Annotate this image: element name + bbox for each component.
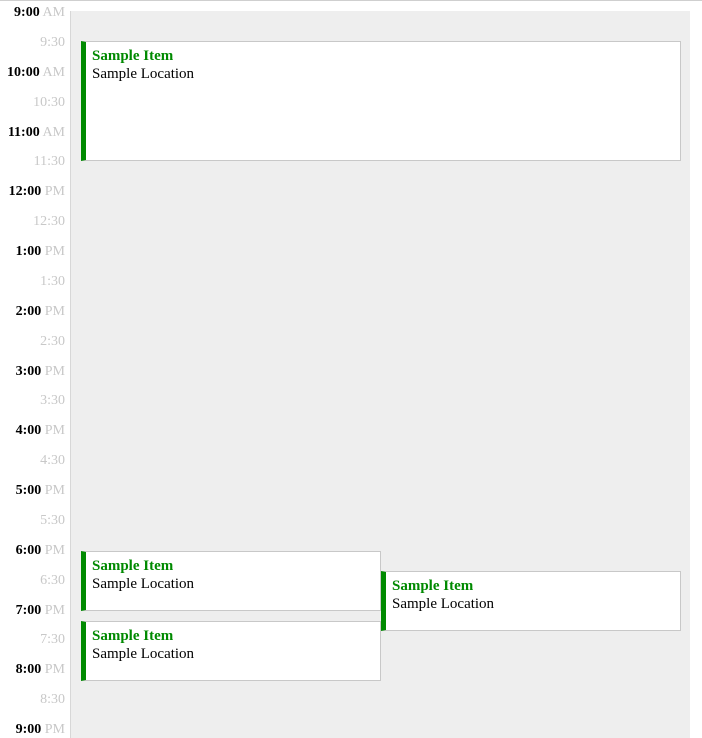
time-label: 9:00 PM	[0, 722, 65, 738]
time-label-hour: 10:00	[7, 65, 40, 80]
time-label-period: PM	[44, 423, 65, 438]
time-label-hour: 5:30	[40, 513, 65, 528]
time-label-hour: 6:30	[40, 573, 65, 588]
event-title: Sample Item	[92, 48, 174, 64]
time-label-hour: 1:00	[15, 244, 42, 259]
time-label-hour: 4:30	[40, 453, 65, 468]
time-label-hour: 8:30	[40, 692, 65, 707]
time-label-period: AM	[42, 125, 65, 140]
time-gutter: 9:00 AM 9:30 10:00 AM 10:30 11:00 AM 11:30 12:…	[0, 0, 70, 738]
time-label: 11:30	[0, 154, 65, 170]
time-label-hour: 9:00	[15, 722, 42, 737]
time-label-hour: 8:00	[15, 662, 42, 677]
time-label: 5:00 PM	[0, 483, 65, 499]
event-location: Sample Location	[92, 646, 195, 662]
time-label-period: PM	[44, 603, 65, 618]
time-label-hour: 7:00	[15, 603, 42, 618]
time-label: 11:00 AM	[0, 125, 65, 141]
time-label: 5:30	[0, 513, 65, 529]
time-label-hour: 2:30	[40, 334, 65, 349]
time-label: 9:30	[0, 35, 65, 51]
time-label: 6:00 PM	[0, 543, 65, 559]
time-label: 2:00 PM	[0, 304, 65, 320]
time-label: 4:30	[0, 453, 65, 469]
top-divider	[0, 0, 702, 1]
time-label: 2:30	[0, 334, 65, 350]
day-column-border	[70, 11, 71, 738]
time-label-hour: 1:30	[40, 274, 65, 289]
calendar-event[interactable]: Sample Item Sample Location	[381, 571, 681, 631]
time-label-hour: 10:30	[33, 95, 65, 110]
time-label-period: AM	[42, 65, 65, 80]
time-label-hour: 12:00	[8, 184, 42, 199]
time-label-hour: 11:30	[33, 154, 65, 169]
time-label: 8:30	[0, 692, 65, 708]
time-label: 1:30	[0, 274, 65, 290]
time-label-hour: 4:00	[15, 423, 42, 438]
calendar-event[interactable]: Sample Item Sample Location	[81, 621, 381, 681]
time-label: 12:30	[0, 214, 65, 230]
time-label-hour: 2:00	[15, 304, 42, 319]
time-label-period: PM	[44, 304, 65, 319]
time-label-period: PM	[44, 722, 65, 737]
time-label-period: PM	[44, 244, 65, 259]
time-label-hour: 9:30	[40, 35, 65, 50]
event-location: Sample Location	[392, 596, 495, 612]
time-label-hour: 12:30	[33, 214, 65, 229]
time-label-period: PM	[44, 543, 65, 558]
time-label: 12:00 PM	[0, 184, 65, 200]
time-label: 3:30	[0, 393, 65, 409]
event-title: Sample Item	[92, 558, 174, 574]
time-label-period: PM	[44, 662, 65, 677]
time-label-hour: 3:30	[40, 393, 65, 408]
time-label: 4:00 PM	[0, 423, 65, 439]
time-label-hour: 3:00	[15, 364, 42, 379]
event-title: Sample Item	[92, 628, 174, 644]
event-location: Sample Location	[92, 66, 195, 82]
time-label-period: PM	[44, 364, 65, 379]
time-label-hour: 11:00	[7, 125, 40, 140]
time-label-period: AM	[42, 5, 65, 20]
event-location: Sample Location	[92, 576, 195, 592]
time-label: 7:00 PM	[0, 603, 65, 619]
time-label: 1:00 PM	[0, 244, 65, 260]
time-label: 6:30	[0, 573, 65, 589]
time-label-hour: 6:00	[15, 543, 42, 558]
calendar-event[interactable]: Sample Item Sample Location	[81, 41, 681, 161]
time-label-hour: 7:30	[40, 632, 65, 647]
time-label-period: PM	[44, 184, 65, 199]
time-label: 10:30	[0, 95, 65, 111]
calendar-event[interactable]: Sample Item Sample Location	[81, 551, 381, 611]
time-label-hour: 5:00	[15, 483, 42, 498]
time-label-hour: 9:00	[14, 5, 40, 20]
time-label: 9:00 AM	[0, 5, 65, 21]
event-title: Sample Item	[392, 578, 474, 594]
time-label: 7:30	[0, 632, 65, 648]
time-label: 3:00 PM	[0, 364, 65, 380]
time-label: 8:00 PM	[0, 662, 65, 678]
time-label: 10:00 AM	[0, 65, 65, 81]
time-label-period: PM	[44, 483, 65, 498]
